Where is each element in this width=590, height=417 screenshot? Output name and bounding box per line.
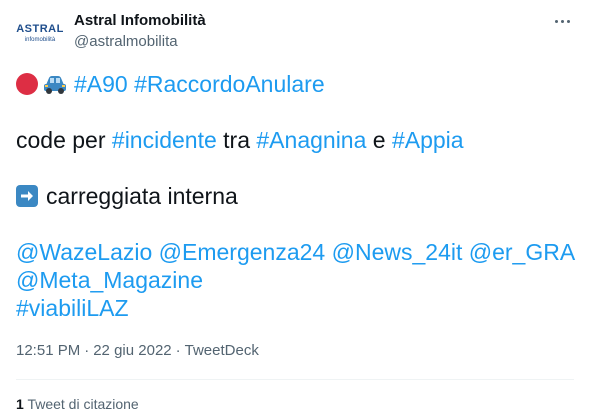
mention-link[interactable]: @Emergenza24 (159, 239, 326, 265)
tweet-card: ASTRAL infomobilità Astral Infomobilità … (0, 0, 590, 417)
avatar-brand-text: ASTRAL (16, 23, 64, 35)
mention-link[interactable]: @News_24it (332, 239, 463, 265)
tweet-line-1: #A90 #RaccordoAnulare (16, 70, 574, 98)
mention-link[interactable]: @Meta_Magazine (16, 267, 203, 293)
avatar-brand-subtext: infomobilità (25, 37, 56, 43)
text-span: carreggiata interna (46, 183, 238, 209)
author-display-name[interactable]: Astral Infomobilità (74, 12, 206, 30)
tweet-source[interactable]: TweetDeck (185, 342, 259, 359)
more-options-icon[interactable] (550, 12, 574, 30)
hashtag-link[interactable]: #incidente (112, 127, 217, 153)
hashtag-link[interactable]: #A90 (74, 71, 128, 97)
red-circle-icon (16, 73, 38, 95)
author-handle[interactable]: @astralmobilita (74, 32, 206, 52)
mention-link[interactable]: @WazeLazio (16, 239, 152, 265)
hashtag-link[interactable]: #Anagnina (256, 127, 366, 153)
text-span: tra (216, 127, 257, 153)
hashtag-link[interactable]: #viabiliLAZ (16, 295, 129, 321)
quote-label: Tweet di citazione (27, 396, 139, 412)
hashtag-link[interactable]: #Appia (392, 127, 464, 153)
meta-separator: · (84, 342, 90, 359)
quote-tweets-link[interactable]: 1 Tweet di citazione (16, 395, 139, 413)
mentions-line-2: @Meta_Magazine (16, 266, 574, 294)
tweet-time[interactable]: 12:51 PM (16, 342, 80, 359)
text-span: code per (16, 127, 112, 153)
mention-link[interactable]: @er_GRA (469, 239, 575, 265)
tweet-meta: 12:51 PM · 22 giu 2022 · TweetDeck (16, 341, 259, 361)
car-icon (44, 76, 66, 94)
right-arrow-icon (16, 185, 38, 207)
mentions-line-1: @WazeLazio @Emergenza24 @News_24it @er_G… (16, 238, 575, 266)
tweet-header: ASTRAL infomobilità Astral Infomobilità … (16, 10, 574, 52)
tweet-text: #A90 #RaccordoAnulare code per #incident… (16, 70, 575, 322)
quote-count: 1 (16, 396, 24, 412)
divider (16, 379, 574, 380)
tweet-line-2: code per #incidente tra #Anagnina e #App… (16, 126, 574, 154)
tweet-line-3: carreggiata interna (16, 182, 574, 210)
text-span: e (366, 127, 392, 153)
tweet-date[interactable]: 22 giu 2022 (93, 342, 171, 359)
hashtag-line: #viabiliLAZ (16, 294, 574, 322)
hashtag-link[interactable]: #RaccordoAnulare (134, 71, 325, 97)
meta-separator: · (175, 342, 181, 359)
avatar[interactable]: ASTRAL infomobilità (16, 10, 64, 52)
author-names: Astral Infomobilità @astralmobilita (74, 12, 206, 52)
